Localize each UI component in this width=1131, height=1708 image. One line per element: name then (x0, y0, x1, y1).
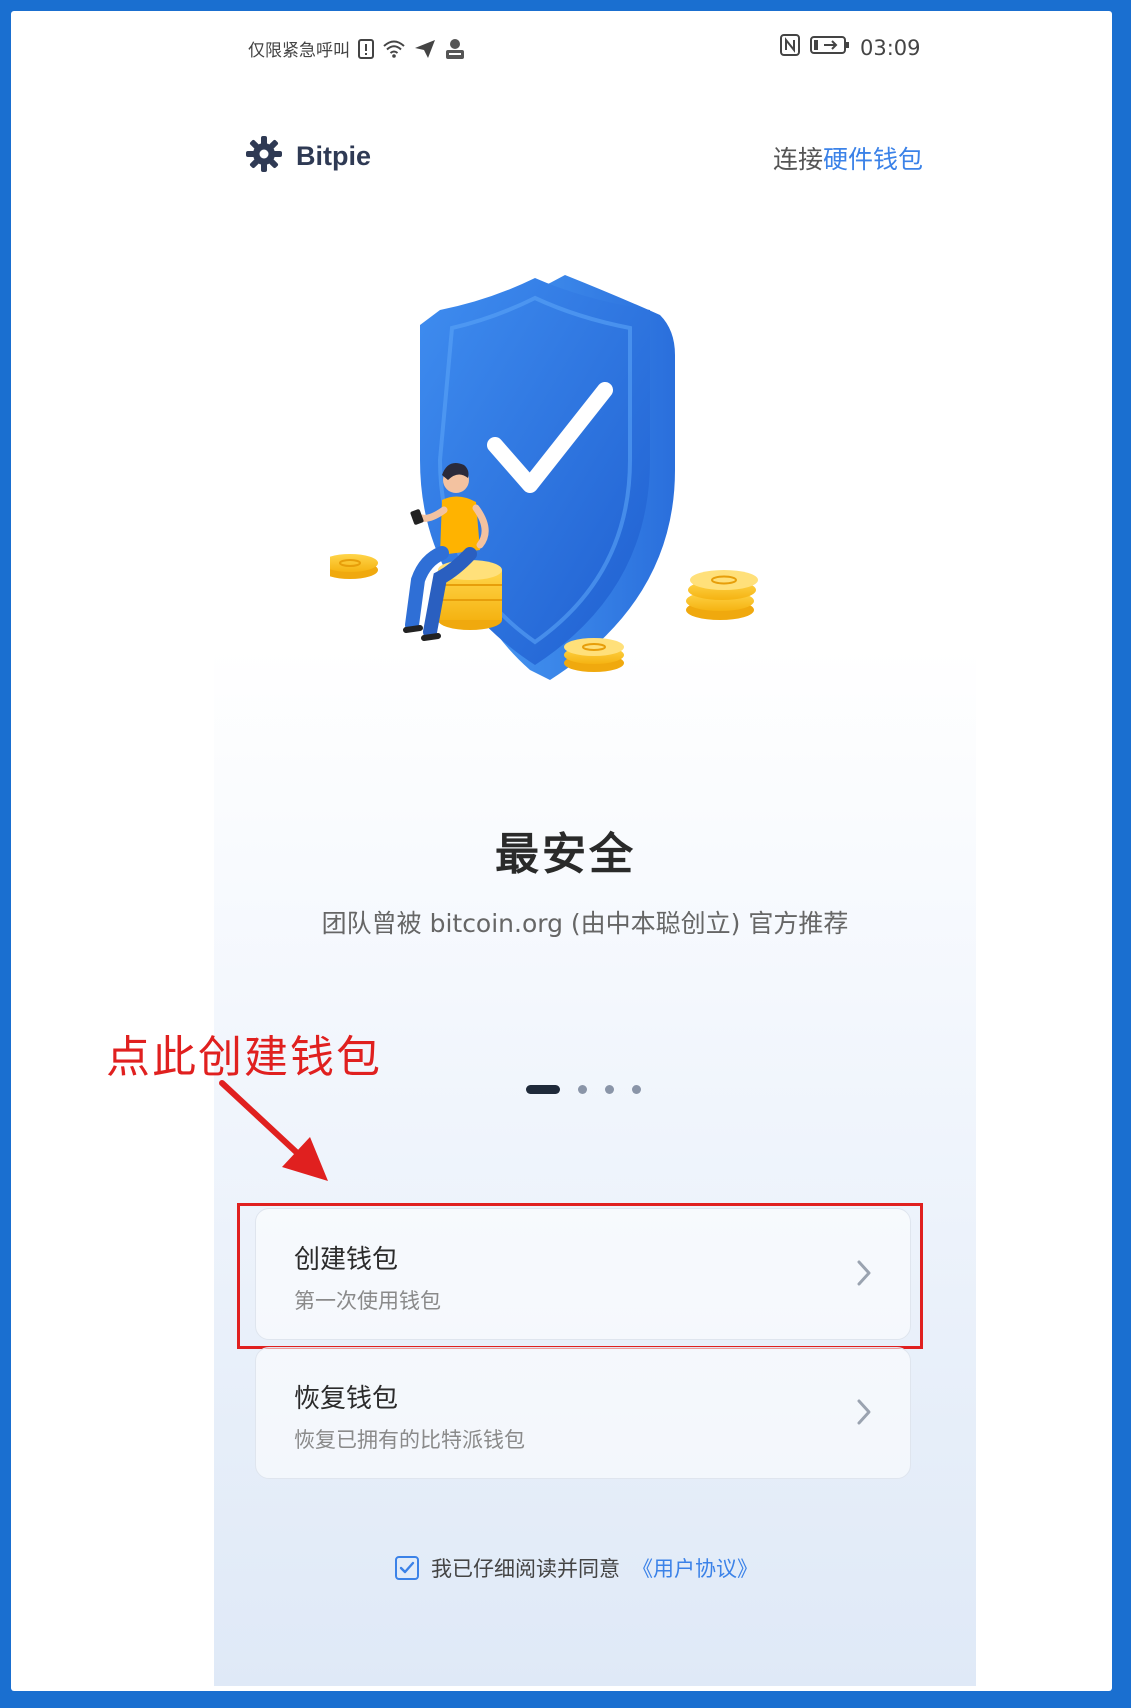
status-bar-left: 仅限紧急呼叫 (248, 36, 466, 61)
page-indicator (526, 1085, 641, 1094)
page-title: 最安全 (495, 829, 636, 880)
carrier-text: 仅限紧急呼叫 (248, 41, 350, 61)
send-icon (414, 39, 436, 59)
restore-wallet-button[interactable]: 恢复钱包 恢复已拥有的比特派钱包 (255, 1347, 911, 1479)
page-subtitle: 团队曾被 bitcoin.org (由中本聪创立) 官方推荐 (321, 909, 849, 938)
brand-logo: Bitpie (244, 134, 371, 178)
page-dot-active (526, 1085, 560, 1094)
restore-wallet-title: 恢复钱包 (294, 1384, 399, 1414)
agreement-checkbox[interactable] (395, 1556, 419, 1580)
brand-name: Bitpie (296, 140, 372, 171)
security-illustration (322, 270, 850, 740)
page-dot (578, 1085, 587, 1094)
annotation-highlight-box (237, 1203, 923, 1349)
hw-link-prefix: 连接 (772, 145, 823, 174)
battery-icon (810, 35, 850, 60)
nfc-icon (780, 34, 800, 61)
sim-alert-icon (358, 38, 374, 59)
agreement-text: 我已仔细阅读并同意 (431, 1557, 620, 1581)
wifi-icon (382, 39, 406, 59)
gear-icon (244, 134, 284, 178)
chevron-right-icon (856, 1398, 872, 1430)
page-dot (605, 1085, 614, 1094)
agreement-row: 我已仔细阅读并同意 《用户协议》 (395, 1553, 758, 1583)
status-time: 03:09 (860, 35, 921, 60)
restore-wallet-subtitle: 恢复已拥有的比特派钱包 (294, 1428, 525, 1452)
hw-link-accent: 硬件钱包 (822, 145, 923, 174)
page-dot (632, 1085, 641, 1094)
status-bar-right: 03:09 (780, 34, 921, 61)
user-badge-icon (444, 38, 466, 60)
user-agreement-link[interactable]: 《用户协议》 (632, 1553, 758, 1583)
connect-hardware-wallet-link[interactable]: 连接硬件钱包 (773, 140, 923, 176)
check-icon (399, 1561, 415, 1574)
annotation-arrow-icon (210, 1075, 340, 1189)
